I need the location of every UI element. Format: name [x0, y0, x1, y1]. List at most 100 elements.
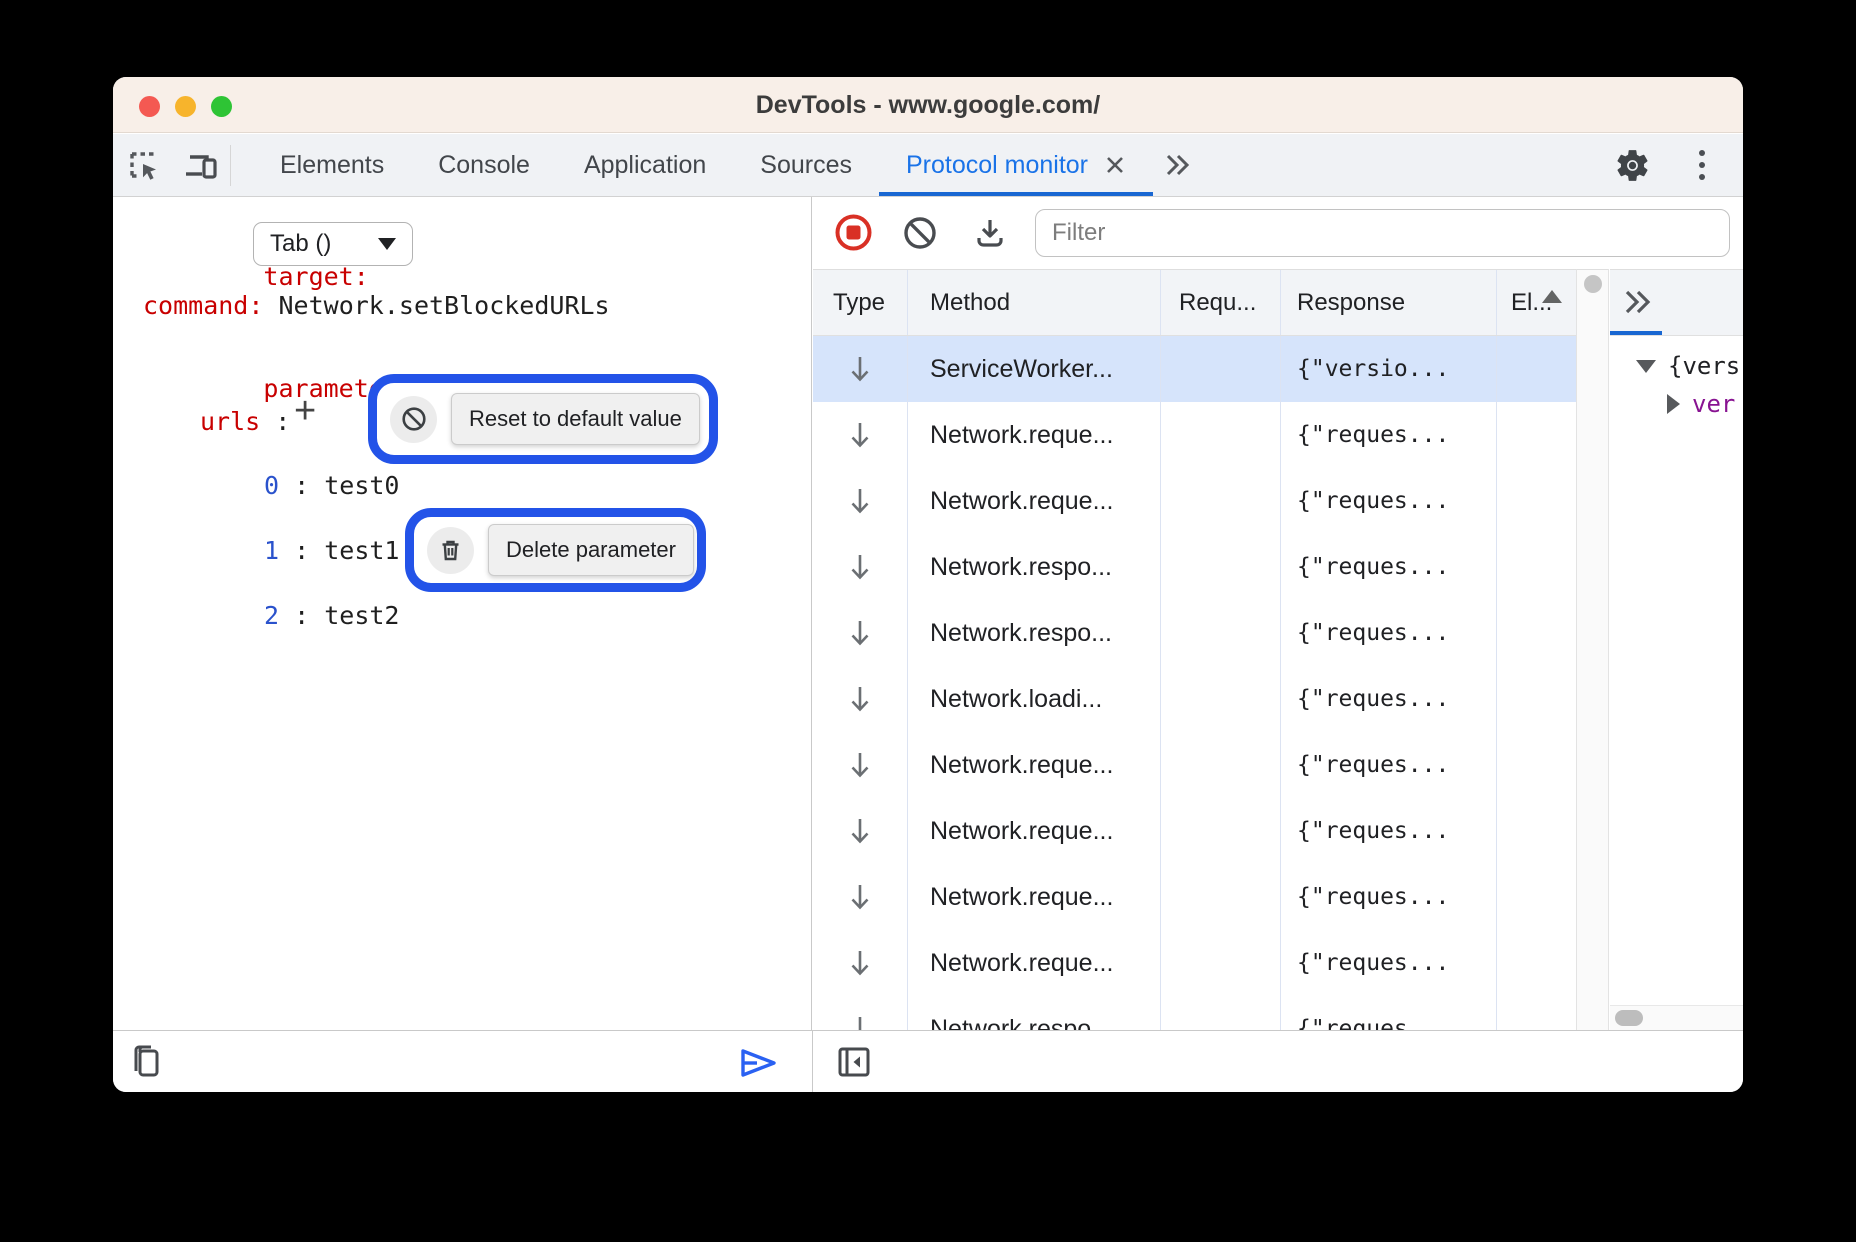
table-row[interactable]: Network.reque... {"reques...: [813, 468, 1576, 534]
delete-tooltip[interactable]: Delete parameter: [488, 524, 694, 576]
type-received-icon: [813, 732, 907, 798]
clear-all-button[interactable]: [902, 215, 938, 251]
type-received-icon: [813, 798, 907, 864]
close-tab-icon[interactable]: [1104, 154, 1126, 176]
protocol-monitor-panel: Type Method Requ... Response El... Servi…: [813, 197, 1743, 1030]
scrollbar-thumb[interactable]: [1615, 1010, 1643, 1026]
type-received-icon: [813, 336, 907, 402]
table-row[interactable]: Network.loadi... {"reques...: [813, 666, 1576, 732]
reset-highlight-ring: Reset to default value: [368, 374, 718, 464]
url-item-0[interactable]: 0 : test0: [264, 471, 399, 500]
settings-gear-icon[interactable]: [1614, 147, 1651, 184]
bottom-toolbar: [113, 1030, 1743, 1092]
delete-parameter-button[interactable]: [427, 527, 474, 574]
tab-elements[interactable]: Elements: [253, 134, 411, 196]
record-button[interactable]: [833, 212, 874, 253]
protocol-data-grid: Type Method Requ... Response El... Servi…: [813, 269, 1576, 1030]
inspect-element-icon: [126, 148, 162, 184]
device-toolbar-icon: [183, 148, 219, 184]
delete-highlight-ring: Delete parameter: [405, 508, 706, 592]
dock-left-icon: [835, 1043, 873, 1081]
more-tabs-icon[interactable]: [1163, 152, 1193, 178]
tabbar-right-controls: [1614, 134, 1743, 196]
copy-command-icon[interactable]: [128, 1043, 166, 1081]
column-header-elapsed[interactable]: El...: [1496, 270, 1576, 335]
tree-child-row[interactable]: ver: [1667, 390, 1735, 418]
grid-header: Type Method Requ... Response El...: [813, 270, 1576, 336]
type-received-icon: [813, 666, 907, 732]
target-label: target:: [263, 262, 368, 291]
response-details-sidebar: {vers ver: [1610, 269, 1743, 1030]
tab-protocol-monitor[interactable]: Protocol monitor: [879, 134, 1153, 196]
table-row[interactable]: Network.respo... {"reques...: [813, 996, 1576, 1030]
reset-tooltip[interactable]: Reset to default value: [451, 393, 700, 445]
type-received-icon: [813, 402, 907, 468]
table-row[interactable]: Network.reque... {"reques...: [813, 864, 1576, 930]
grid-vertical-scrollbar[interactable]: [1576, 269, 1609, 1030]
add-parameter-icon[interactable]: +: [294, 390, 316, 433]
settings-gear-icon: [1614, 147, 1651, 184]
collapse-panel-icon[interactable]: [835, 1043, 873, 1081]
sort-ascending-icon: [1542, 290, 1562, 303]
urls-row: urls :: [200, 407, 290, 436]
record-icon: [833, 212, 874, 253]
column-header-type[interactable]: Type: [813, 270, 907, 335]
sidebar-active-tab-indicator: [1610, 331, 1662, 335]
save-download-button[interactable]: [971, 214, 1009, 252]
type-received-icon: [813, 864, 907, 930]
command-value: Network.setBlockedURLs: [278, 291, 609, 320]
response-json-tree: {vers ver: [1610, 336, 1743, 1005]
command-row: command: Network.setBlockedURLs: [143, 291, 610, 320]
clear-icon: [902, 215, 938, 251]
panel-tabs: Elements Console Application Sources Pro…: [253, 134, 1193, 196]
more-options-menu-icon[interactable]: [1695, 146, 1709, 184]
send-command-icon[interactable]: [735, 1045, 781, 1081]
devtools-window: DevTools - www.google.com/ Elements Cons…: [113, 77, 1743, 1092]
tab-sources[interactable]: Sources: [733, 134, 879, 196]
device-toolbar-icon[interactable]: [183, 148, 219, 184]
protocol-command-editor[interactable]: target: Tab () command: Network.setBlock…: [113, 197, 812, 1030]
filter-input[interactable]: [1035, 209, 1730, 257]
table-row[interactable]: Network.reque... {"reques...: [813, 732, 1576, 798]
sidebar-header: [1610, 270, 1743, 336]
table-row[interactable]: Network.reque... {"reques...: [813, 798, 1576, 864]
monitor-toolbar: [813, 197, 1743, 269]
type-received-icon: [813, 534, 907, 600]
column-header-request[interactable]: Requ...: [1160, 270, 1280, 335]
sidebar-horizontal-scrollbar[interactable]: [1610, 1005, 1743, 1030]
tree-root-row[interactable]: {vers: [1636, 352, 1740, 380]
devtools-tabbar: Elements Console Application Sources Pro…: [113, 134, 1743, 197]
panel-divider: [812, 1031, 813, 1092]
tab-console[interactable]: Console: [411, 134, 557, 196]
urls-label: urls: [200, 407, 260, 436]
send-icon: [735, 1045, 781, 1081]
table-row[interactable]: Network.reque... {"reques...: [813, 930, 1576, 996]
type-received-icon: [813, 996, 907, 1030]
expanded-arrow-icon[interactable]: [1636, 360, 1656, 373]
block-icon: [400, 405, 428, 433]
table-row[interactable]: Network.respo... {"reques...: [813, 534, 1576, 600]
type-received-icon: [813, 468, 907, 534]
chevron-down-icon: [378, 238, 396, 250]
table-row[interactable]: Network.reque... {"reques...: [813, 402, 1576, 468]
window-title: DevTools - www.google.com/: [113, 77, 1743, 133]
target-select[interactable]: Tab (): [253, 222, 413, 266]
column-header-response[interactable]: Response: [1280, 270, 1496, 335]
download-icon: [971, 214, 1009, 252]
table-row[interactable]: Network.respo... {"reques...: [813, 600, 1576, 666]
url-item-2[interactable]: 2 : test2: [264, 601, 399, 630]
table-row[interactable]: ServiceWorker... {"versio...: [813, 336, 1576, 402]
inspect-element-icon[interactable]: [126, 148, 162, 184]
trash-icon: [437, 537, 464, 564]
scrollbar-thumb[interactable]: [1584, 275, 1602, 293]
titlebar: DevTools - www.google.com/: [113, 77, 1743, 133]
collapsed-arrow-icon[interactable]: [1667, 394, 1680, 414]
column-header-method[interactable]: Method: [907, 270, 1160, 335]
main-area: target: Tab () command: Network.setBlock…: [113, 197, 1743, 1030]
expand-sidebar-icon[interactable]: [1621, 287, 1653, 317]
tab-application[interactable]: Application: [557, 134, 733, 196]
reset-to-default-button[interactable]: [390, 396, 437, 443]
toolbar-divider: [230, 145, 231, 186]
type-received-icon: [813, 600, 907, 666]
url-item-1[interactable]: 1 : test1: [264, 536, 399, 565]
